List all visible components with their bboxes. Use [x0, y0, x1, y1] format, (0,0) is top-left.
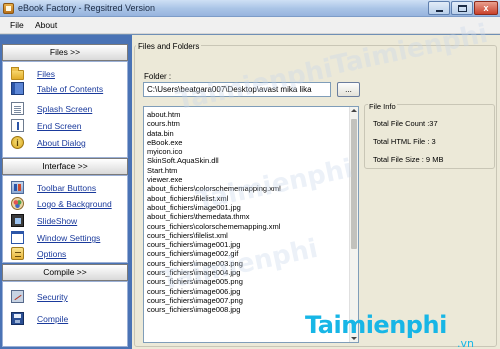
close-icon: x	[483, 3, 489, 13]
file-list-item[interactable]: myicon.ico	[147, 147, 281, 156]
sidebar-item-label: Toolbar Buttons	[37, 183, 97, 193]
file-list-item[interactable]: cours.htm	[147, 119, 281, 128]
file-list-item[interactable]: cours_fichiers\colorschememapping.xml	[147, 222, 281, 231]
sidebar-item-label: Files	[37, 69, 55, 79]
security-icon	[11, 290, 24, 303]
total-html-file: Total HTML File : 3	[373, 137, 436, 146]
file-list-item[interactable]: cours_fichiers\filelist.xml	[147, 231, 281, 240]
options-icon	[11, 247, 24, 260]
page-icon	[11, 102, 24, 115]
sidebar-item-label: Table of Contents	[37, 84, 104, 94]
app-icon	[3, 3, 14, 14]
window-icon	[11, 231, 24, 244]
file-list-item[interactable]: about_fichiers\themedata.thmx	[147, 212, 281, 221]
section-panel-compile: Security Compile	[2, 281, 128, 347]
sidebar-item-label: Security	[37, 292, 68, 302]
total-file-size: Total File Size : 9 MB	[373, 155, 444, 164]
close-button[interactable]: x	[474, 1, 498, 15]
folder-label: Folder :	[144, 72, 172, 81]
title-bar: eBook Factory - Regsitred Version x	[0, 0, 500, 17]
maximize-button[interactable]	[451, 1, 473, 15]
sidebar-item-label: SlideShow	[37, 216, 78, 226]
minimize-icon	[436, 10, 443, 12]
sidebar: Files >> Files Table of Contents Splash …	[0, 35, 132, 349]
scroll-thumb[interactable]	[351, 119, 357, 249]
menu-about[interactable]: About	[35, 20, 57, 30]
file-list-item[interactable]: about.htm	[147, 110, 281, 119]
sidebar-item-label: Options	[37, 249, 67, 259]
browse-button[interactable]: ...	[337, 82, 360, 97]
disk-icon	[11, 312, 24, 325]
minimize-button[interactable]	[428, 1, 450, 15]
maximize-icon	[458, 5, 467, 12]
total-file-count: Total File Count :37	[373, 119, 438, 128]
file-list[interactable]: about.htm cours.htm data.bin eBook.exe myico…	[143, 106, 359, 343]
file-list-scrollbar[interactable]	[349, 107, 358, 342]
section-panel-files: Files Table of Contents Splash Screen En…	[2, 61, 128, 158]
info-icon	[11, 136, 24, 149]
file-list-item[interactable]: cours_fichiers\image007.png	[147, 296, 281, 305]
file-list-item[interactable]: SkinSoft.AquaSkin.dll	[147, 156, 281, 165]
sidebar-item-label: Splash Screen	[37, 104, 93, 114]
palette-icon	[11, 197, 24, 210]
file-list-item[interactable]: cours_fichiers\image008.jpg	[147, 305, 281, 314]
client-area: Files >> Files Table of Contents Splash …	[0, 19, 500, 349]
section-header-interface[interactable]: Interface >>	[2, 158, 128, 175]
file-info-title: File Info	[368, 102, 397, 111]
brand-logo: Taimienphi .vn	[305, 311, 495, 349]
sidebar-item-label: End Screen	[37, 121, 82, 131]
page-end-icon	[11, 119, 24, 132]
toolbar-icon	[11, 181, 24, 194]
menu-file[interactable]: File	[10, 20, 24, 30]
file-list-item[interactable]: data.bin	[147, 129, 281, 138]
sidebar-item-label: Compile	[37, 314, 69, 324]
section-panel-interface: Toolbar Buttons Logo & Background SlideS…	[2, 175, 128, 263]
sidebar-item-label: Window Settings	[37, 233, 101, 243]
scroll-up-arrow-icon[interactable]	[350, 107, 358, 115]
section-header-files[interactable]: Files >>	[2, 44, 128, 61]
folder-icon	[11, 67, 24, 80]
brand-domain: .vn	[457, 337, 474, 349]
section-header-compile[interactable]: Compile >>	[2, 264, 128, 281]
book-icon	[11, 82, 24, 95]
file-list-item[interactable]: eBook.exe	[147, 138, 281, 147]
window-title: eBook Factory - Regsitred Version	[18, 3, 156, 13]
group-title: Files and Folders	[136, 42, 202, 51]
sidebar-item-label: Logo & Background	[37, 199, 112, 209]
film-icon	[11, 214, 24, 227]
sidebar-item-label: About Dialog	[37, 138, 86, 148]
brand-name: Taimienphi	[305, 311, 447, 339]
